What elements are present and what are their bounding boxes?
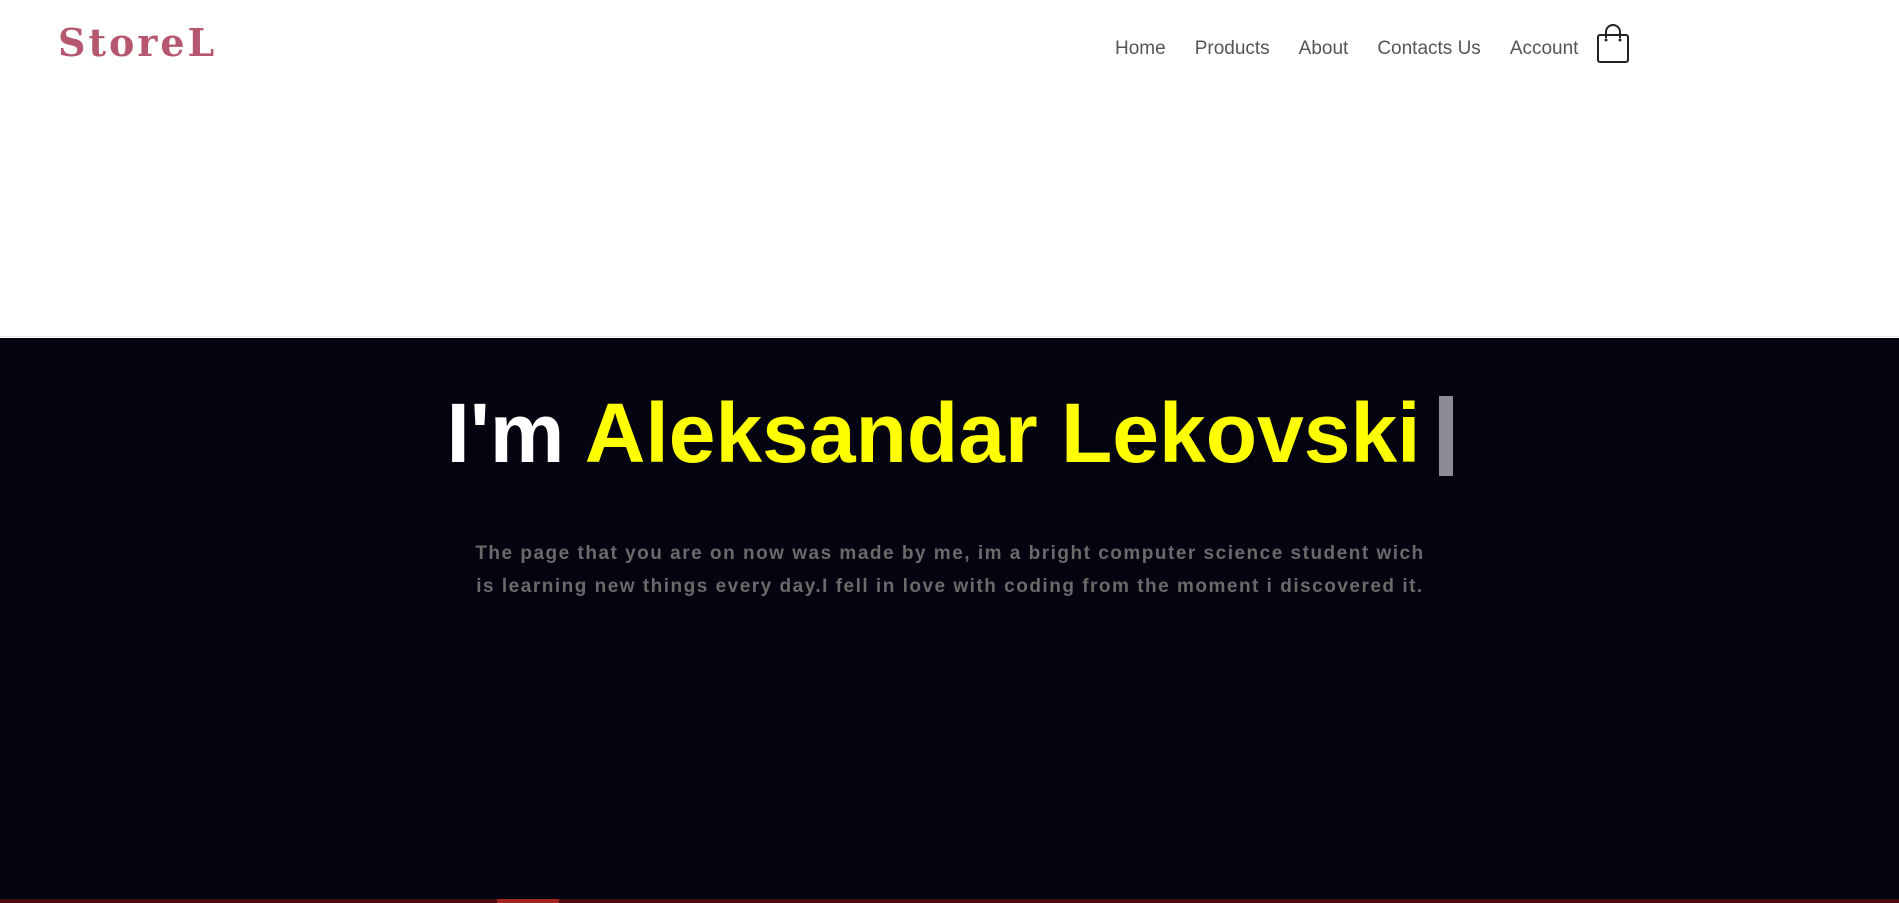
hero-title-name: Aleksandar Lekovski	[584, 386, 1421, 480]
nav-contacts-link[interactable]: Contacts Us	[1377, 34, 1480, 64]
nav-about-link[interactable]: About	[1299, 34, 1349, 64]
typing-cursor	[1438, 396, 1453, 476]
hero-title: I'm Aleksandar Lekovski	[0, 383, 1899, 483]
hero-section: I'm Aleksandar Lekovski The page that yo…	[0, 338, 1899, 903]
bottom-edge-accent	[497, 899, 559, 903]
hero-description: The page that you are on now was made by…	[475, 543, 1425, 597]
nav-products-link[interactable]: Products	[1195, 34, 1270, 64]
bottom-edge-bar	[0, 899, 1899, 903]
store-logo[interactable]: StoreL	[58, 18, 217, 68]
nav-home-link[interactable]: Home	[1115, 34, 1166, 64]
hero-title-prefix: I'm	[446, 386, 565, 480]
shopping-bag-svg	[1597, 24, 1629, 63]
nav-account-link[interactable]: Account	[1510, 34, 1579, 64]
main-nav: Home Products About Contacts Us Account	[1115, 34, 1607, 64]
site-header: StoreL Home Products About Contacts Us A…	[0, 0, 1899, 337]
shopping-bag-icon[interactable]	[1596, 24, 1630, 64]
